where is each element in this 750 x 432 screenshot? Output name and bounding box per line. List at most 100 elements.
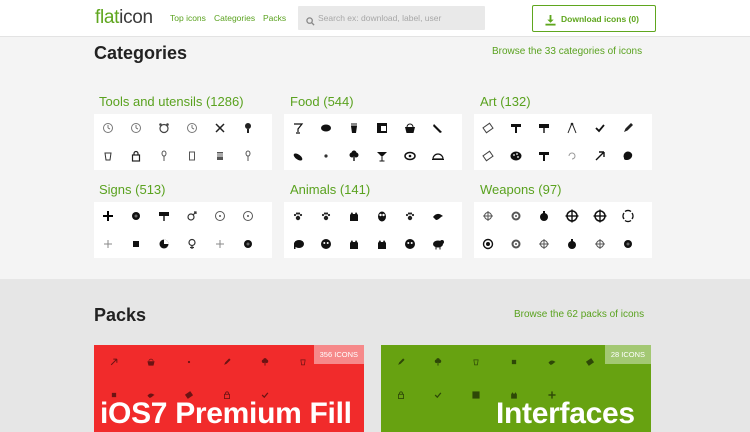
paw-icon[interactable] (291, 209, 305, 223)
bird-icon (547, 357, 557, 367)
paw-icon[interactable] (403, 209, 417, 223)
male-icon[interactable] (185, 209, 199, 223)
category-weapons-icons[interactable] (474, 202, 652, 258)
palette-icon[interactable] (509, 149, 523, 163)
bowl-icon[interactable] (319, 121, 333, 135)
flaticon-logo[interactable]: flaticon (95, 7, 153, 29)
target-icon[interactable] (509, 209, 523, 223)
info-icon[interactable] (213, 209, 227, 223)
browse-categories-link[interactable]: Browse the 33 categories of icons (492, 46, 642, 57)
timer-icon[interactable] (129, 121, 143, 135)
download-icon (545, 13, 556, 31)
elephant-icon[interactable] (291, 237, 305, 251)
crosshair-icon[interactable] (481, 209, 495, 223)
record-icon[interactable] (241, 237, 255, 251)
glass-icon[interactable] (291, 121, 305, 135)
compass-icon[interactable] (565, 121, 579, 135)
crossed-tools-icon[interactable] (213, 121, 227, 135)
pack-card-ios7-premium-fill[interactable]: 356 ICONS iOS7 Premium Fill (94, 345, 364, 432)
pen-icon[interactable] (621, 121, 635, 135)
signpost-icon[interactable] (157, 209, 171, 223)
record-icon[interactable] (621, 237, 635, 251)
pack-card-interfaces[interactable]: 28 ICONS Interfaces (381, 345, 651, 432)
eraser-icon[interactable] (481, 121, 495, 135)
info-icon[interactable] (241, 209, 255, 223)
cat-icon[interactable] (375, 237, 389, 251)
paint-roller-icon[interactable] (509, 121, 523, 135)
arrow-icon[interactable] (593, 149, 607, 163)
arrow-icon (109, 357, 119, 367)
category-food-title[interactable]: Food (544) (290, 94, 354, 109)
stop-icon[interactable] (129, 237, 143, 251)
cat-icon[interactable] (347, 209, 361, 223)
category-art-title[interactable]: Art (132) (480, 94, 531, 109)
spoon-icon[interactable] (157, 149, 171, 163)
category-animals-icons[interactable] (284, 202, 462, 258)
browse-packs-link[interactable]: Browse the 62 packs of icons (514, 309, 644, 320)
category-art-icons[interactable] (474, 114, 652, 170)
monkey-face-icon[interactable] (319, 237, 333, 251)
record-icon[interactable] (129, 209, 143, 223)
female-icon[interactable] (185, 237, 199, 251)
owl-icon[interactable] (375, 209, 389, 223)
sheep-icon[interactable] (431, 237, 445, 251)
pie-icon[interactable] (157, 237, 171, 251)
plus-icon[interactable] (101, 209, 115, 223)
pepper-icon[interactable] (291, 149, 305, 163)
cloche-icon[interactable] (431, 149, 445, 163)
scope-icon[interactable] (621, 209, 635, 223)
ink-blot-icon[interactable] (621, 149, 635, 163)
clock-icon[interactable] (101, 121, 115, 135)
grater-icon[interactable] (213, 149, 227, 163)
bomb-icon[interactable] (565, 237, 579, 251)
cup-icon[interactable] (101, 149, 115, 163)
pack-icon-count: 28 ICONS (604, 345, 651, 364)
plus-thin-icon[interactable] (101, 237, 115, 251)
target-icon[interactable] (481, 237, 495, 251)
category-signs-icons[interactable] (94, 202, 272, 258)
plus-thin-icon[interactable] (213, 237, 227, 251)
check-icon (433, 390, 443, 400)
crosshair-icon[interactable] (537, 237, 551, 251)
swirl-icon[interactable] (565, 149, 579, 163)
martini-icon[interactable] (375, 149, 389, 163)
seed-icon[interactable] (319, 149, 333, 163)
crosshair-icon[interactable] (593, 237, 607, 251)
nav-categories[interactable]: Categories (214, 13, 255, 23)
category-food-icons[interactable] (284, 114, 462, 170)
carrot-icon[interactable] (431, 121, 445, 135)
trash-can-icon[interactable] (185, 149, 199, 163)
brush-icon[interactable] (241, 121, 255, 135)
eraser-icon[interactable] (481, 149, 495, 163)
category-tools-title[interactable]: Tools and utensils (1286) (99, 94, 244, 109)
lion-face-icon[interactable] (403, 237, 417, 251)
crosshair-icon[interactable] (565, 209, 579, 223)
search-input[interactable] (318, 6, 478, 30)
crosshair-icon[interactable] (593, 209, 607, 223)
cutting-board-icon[interactable] (375, 121, 389, 135)
cat-icon[interactable] (347, 237, 361, 251)
fries-icon[interactable] (347, 121, 361, 135)
nav-packs[interactable]: Packs (263, 13, 286, 23)
alarm-clock-icon[interactable] (157, 121, 171, 135)
category-animals-title[interactable]: Animals (141) (290, 182, 370, 197)
plate-icon[interactable] (403, 149, 417, 163)
grenade-icon[interactable] (537, 209, 551, 223)
category-weapons-title[interactable]: Weapons (97) (480, 182, 561, 197)
nav-top-icons[interactable]: Top icons (170, 13, 206, 23)
category-signs-title[interactable]: Signs (513) (99, 182, 165, 197)
check-icon[interactable] (593, 121, 607, 135)
signboard-icon[interactable] (537, 121, 551, 135)
target-icon[interactable] (509, 237, 523, 251)
ladle-icon[interactable] (241, 149, 255, 163)
bird-icon[interactable] (431, 209, 445, 223)
paw-icon[interactable] (319, 209, 333, 223)
tree-icon (433, 357, 443, 367)
padlock-icon[interactable] (129, 149, 143, 163)
stopwatch-icon[interactable] (185, 121, 199, 135)
broccoli-icon[interactable] (347, 149, 361, 163)
category-tools-icons[interactable] (94, 114, 272, 170)
download-icons-button[interactable]: Download icons (0) (532, 5, 656, 32)
roller-icon[interactable] (537, 149, 551, 163)
basket-icon[interactable] (403, 121, 417, 135)
